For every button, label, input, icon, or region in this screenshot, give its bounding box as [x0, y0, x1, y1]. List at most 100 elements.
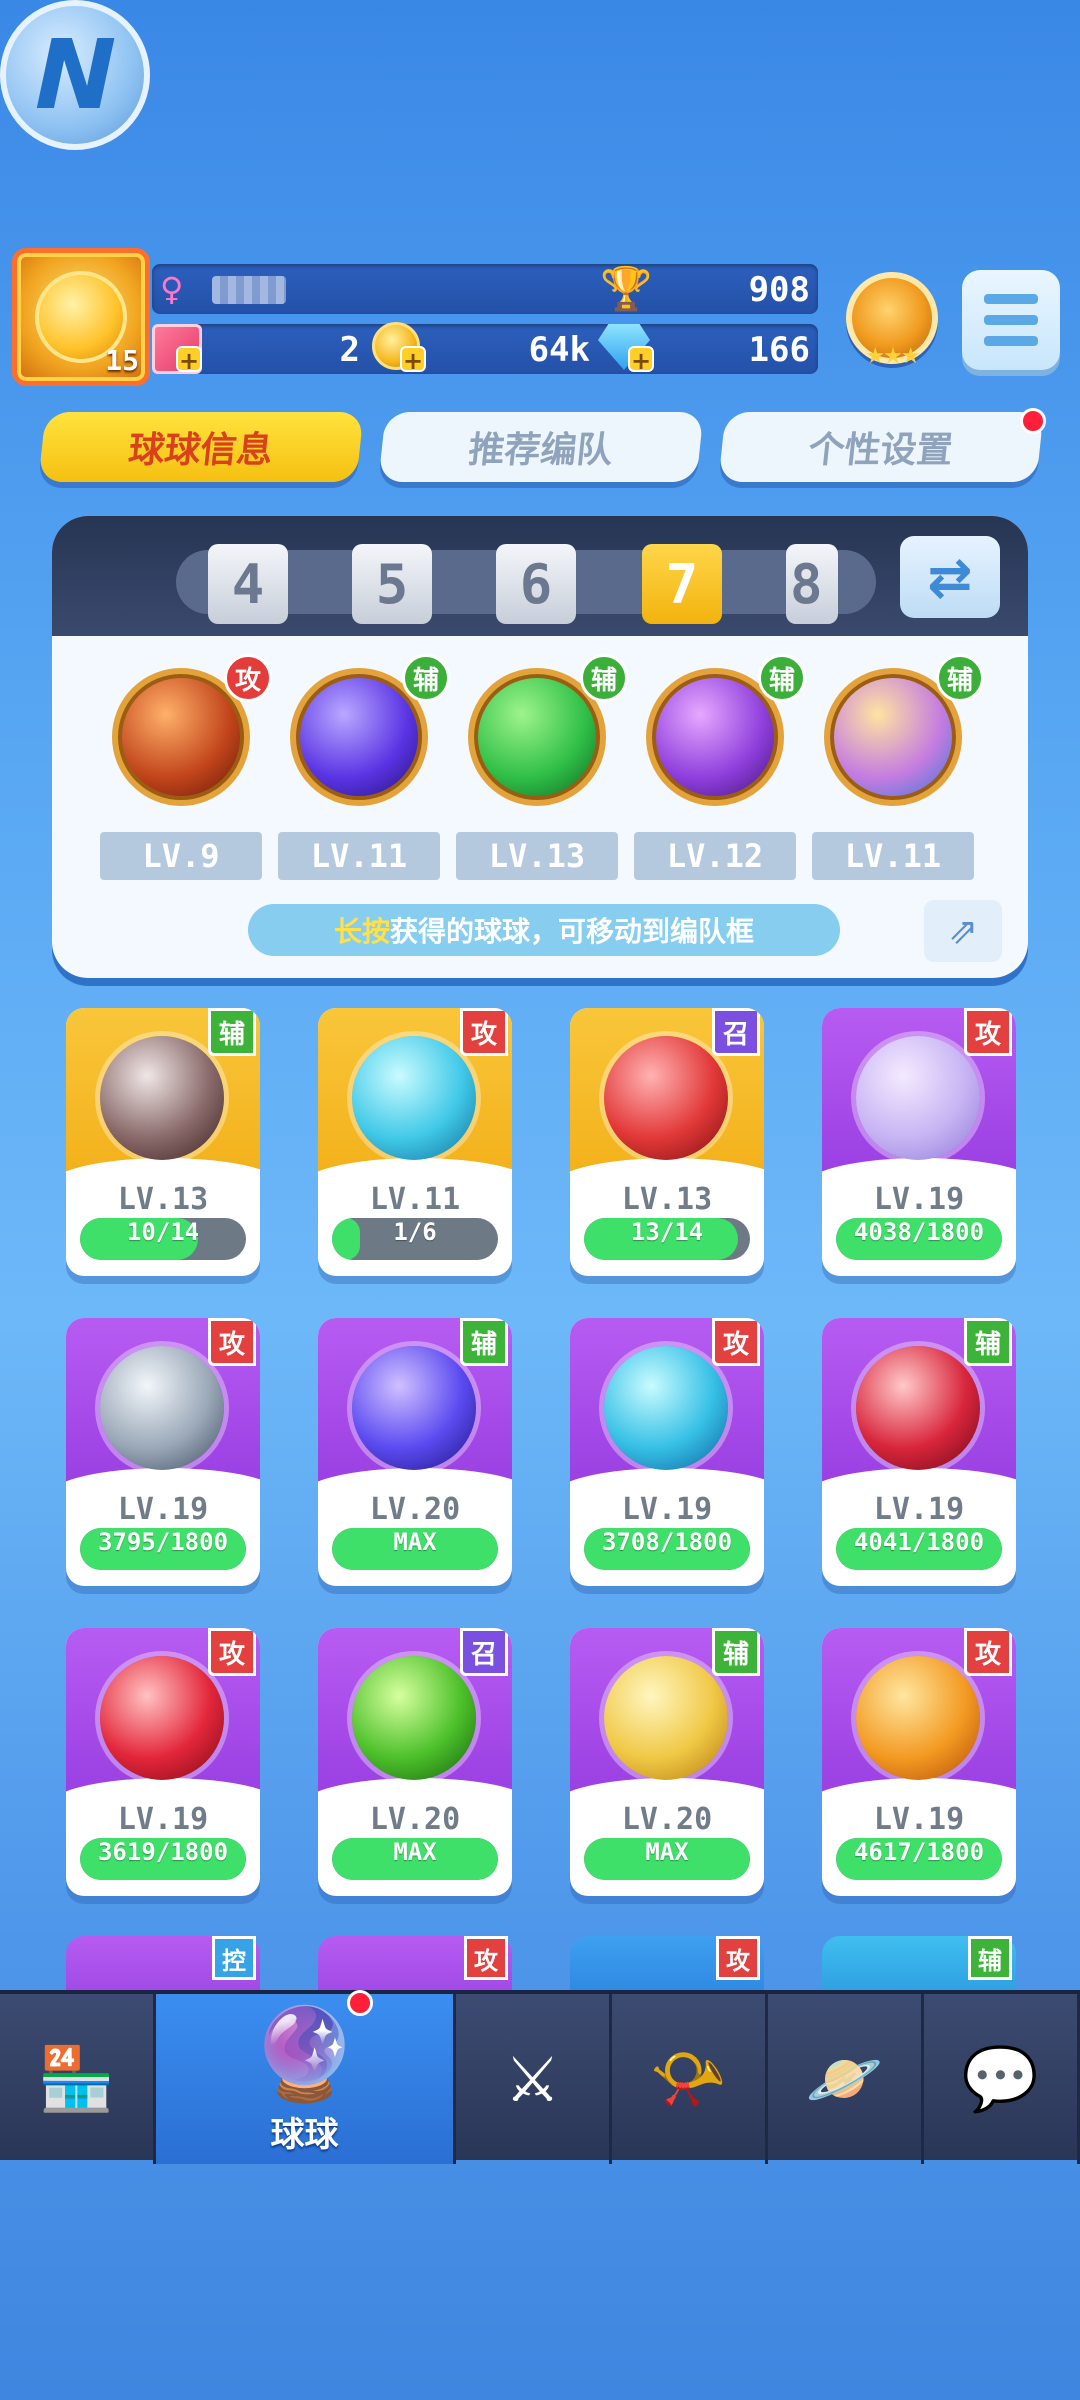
ball-card-partial[interactable]: 控: [66, 1936, 260, 1992]
rank-stars: ★★★: [865, 344, 920, 369]
ticket-count: 2: [339, 330, 360, 370]
upgrade-progress-bar: 3619/1800: [80, 1838, 246, 1880]
team-ball-level: LV.11: [278, 832, 440, 880]
ball-type-tag: 攻: [208, 1628, 256, 1676]
progress-text: MAX: [393, 1528, 437, 1556]
progress-text: 4038/1800: [853, 1218, 985, 1246]
ball-type-tag: 召: [712, 1008, 760, 1056]
ball-card-partial[interactable]: 攻: [570, 1936, 764, 1992]
menu-button[interactable]: [962, 270, 1060, 370]
ball-level: LV.13: [621, 1182, 713, 1217]
ball-card[interactable]: 攻 LV.19 3619/1800: [66, 1628, 260, 1896]
trophy-count: 908: [748, 270, 810, 310]
fan-ball-icon: [100, 1346, 224, 1470]
ball-type-tag: 辅: [968, 1936, 1012, 1980]
ball-type-tag: 辅: [936, 654, 984, 702]
chat-heart-icon: 💬: [961, 2042, 1040, 2115]
team-8-button[interactable]: 8: [786, 544, 838, 624]
team-6-button[interactable]: 6: [496, 544, 576, 624]
nav-chat-heart[interactable]: 💬: [924, 1994, 1080, 2164]
ball-card[interactable]: 辅 LV.20 MAX: [318, 1318, 512, 1586]
nav-battle-swords[interactable]: ⚔: [456, 1994, 612, 2164]
ball-type-tag: 辅: [208, 1008, 256, 1056]
nav-shop[interactable]: 🏪: [0, 1994, 156, 2164]
ball-level: LV.19: [873, 1492, 965, 1527]
ball-card[interactable]: 召 LV.13 13/14: [570, 1008, 764, 1276]
team-4-button[interactable]: 4: [208, 544, 288, 624]
ball-type-tag: 辅: [964, 1318, 1012, 1366]
ball-type-tag: 召: [460, 1628, 508, 1676]
ball-level: LV.19: [117, 1492, 209, 1527]
ball-type-tag: 辅: [402, 654, 450, 702]
ball-card[interactable]: 辅 LV.19 4041/1800: [822, 1318, 1016, 1586]
upgrade-progress-bar: 1/6: [332, 1218, 498, 1260]
nav-whistle[interactable]: 📯: [612, 1994, 768, 2164]
ball-level: LV.19: [117, 1802, 209, 1837]
menu-line: [984, 294, 1038, 304]
add-coin-icon[interactable]: +: [400, 346, 426, 374]
ball-type-tag: 控: [212, 1936, 256, 1980]
menu-line: [984, 315, 1038, 325]
ball-card[interactable]: 辅 LV.13 10/14: [66, 1008, 260, 1276]
progress-text: 4041/1800: [853, 1528, 985, 1556]
trident-ball-icon: [352, 1036, 476, 1160]
progress-text: 4617/1800: [853, 1838, 985, 1866]
progress-text: 13/14: [630, 1218, 704, 1246]
whirl-ball-icon: [604, 1346, 728, 1470]
ball-level: LV.13: [117, 1182, 209, 1217]
share-button[interactable]: ⇗: [924, 900, 1002, 962]
progress-text: 3619/1800: [97, 1838, 229, 1866]
lion-ball-icon: [604, 1656, 728, 1780]
team-ball-level: LV.12: [634, 832, 796, 880]
ball-card[interactable]: 攻 LV.19 4038/1800: [822, 1008, 1016, 1276]
progress-text: MAX: [645, 1838, 689, 1866]
add-ticket-icon[interactable]: +: [176, 346, 202, 374]
upgrade-progress-bar: 13/14: [584, 1218, 750, 1260]
logo-letter: N: [22, 19, 128, 131]
ball-card-partial[interactable]: 辅: [822, 1936, 1016, 1992]
swap-team-button[interactable]: ⇄: [900, 536, 1000, 618]
female-icon: ♀: [160, 270, 184, 308]
hint-banner: 长按 获得的球球，可移动到编队框: [248, 904, 840, 956]
tab-recommended-team[interactable]: 推荐编队: [378, 412, 704, 482]
ball-type-tag: 攻: [208, 1318, 256, 1366]
player-level: 15: [105, 344, 139, 377]
app-logo: N: [0, 0, 150, 150]
balls-icon: 🔮: [248, 2001, 361, 2107]
notification-dot: [1020, 408, 1046, 434]
ball-level: LV.19: [873, 1802, 965, 1837]
add-gem-icon[interactable]: +: [628, 346, 654, 374]
hint-text: 获得的球球，可移动到编队框: [390, 915, 755, 948]
ball-card[interactable]: 攻 LV.11 1/6: [318, 1008, 512, 1276]
team-5-button[interactable]: 5: [352, 544, 432, 624]
notification-dot: [347, 1990, 373, 2016]
ball-level: LV.19: [873, 1182, 965, 1217]
ball-card[interactable]: 攻 LV.19 3795/1800: [66, 1318, 260, 1586]
ball-type-tag: 辅: [580, 654, 628, 702]
ball-card[interactable]: 辅 LV.20 MAX: [570, 1628, 764, 1896]
ball-card[interactable]: 攻 LV.19 3708/1800: [570, 1318, 764, 1586]
upgrade-progress-bar: MAX: [332, 1838, 498, 1880]
arrow-ball-icon: [352, 1346, 476, 1470]
progress-text: MAX: [393, 1838, 437, 1866]
upgrade-progress-bar: 3708/1800: [584, 1528, 750, 1570]
ball-card[interactable]: 攻 LV.19 4617/1800: [822, 1628, 1016, 1896]
ball-card-partial[interactable]: 攻: [318, 1936, 512, 1992]
tab-ball-info[interactable]: 球球信息: [38, 412, 364, 482]
cannon-ball-icon: [604, 1036, 728, 1160]
nav-planet[interactable]: 🪐: [768, 1994, 924, 2164]
ball-type-tag: 攻: [460, 1008, 508, 1056]
ball-card[interactable]: 召 LV.20 MAX: [318, 1628, 512, 1896]
fang-ball-icon: [856, 1346, 980, 1470]
nav-balls[interactable]: 🔮 球球: [156, 1990, 456, 2164]
tab-personal-settings[interactable]: 个性设置: [718, 412, 1044, 482]
ball-type-tag: 攻: [712, 1318, 760, 1366]
progress-text: 3795/1800: [97, 1528, 229, 1556]
team-7-button[interactable]: 7: [642, 544, 722, 624]
player-avatar[interactable]: 15: [12, 248, 150, 386]
ball-type-tag: 辅: [460, 1318, 508, 1366]
bottom-navigation: 🏪 🔮 球球 ⚔ 📯 🪐 💬: [0, 1990, 1080, 2164]
menu-line: [984, 336, 1038, 346]
team-ball-level: LV.13: [456, 832, 618, 880]
progress-text: 10/14: [126, 1218, 200, 1246]
